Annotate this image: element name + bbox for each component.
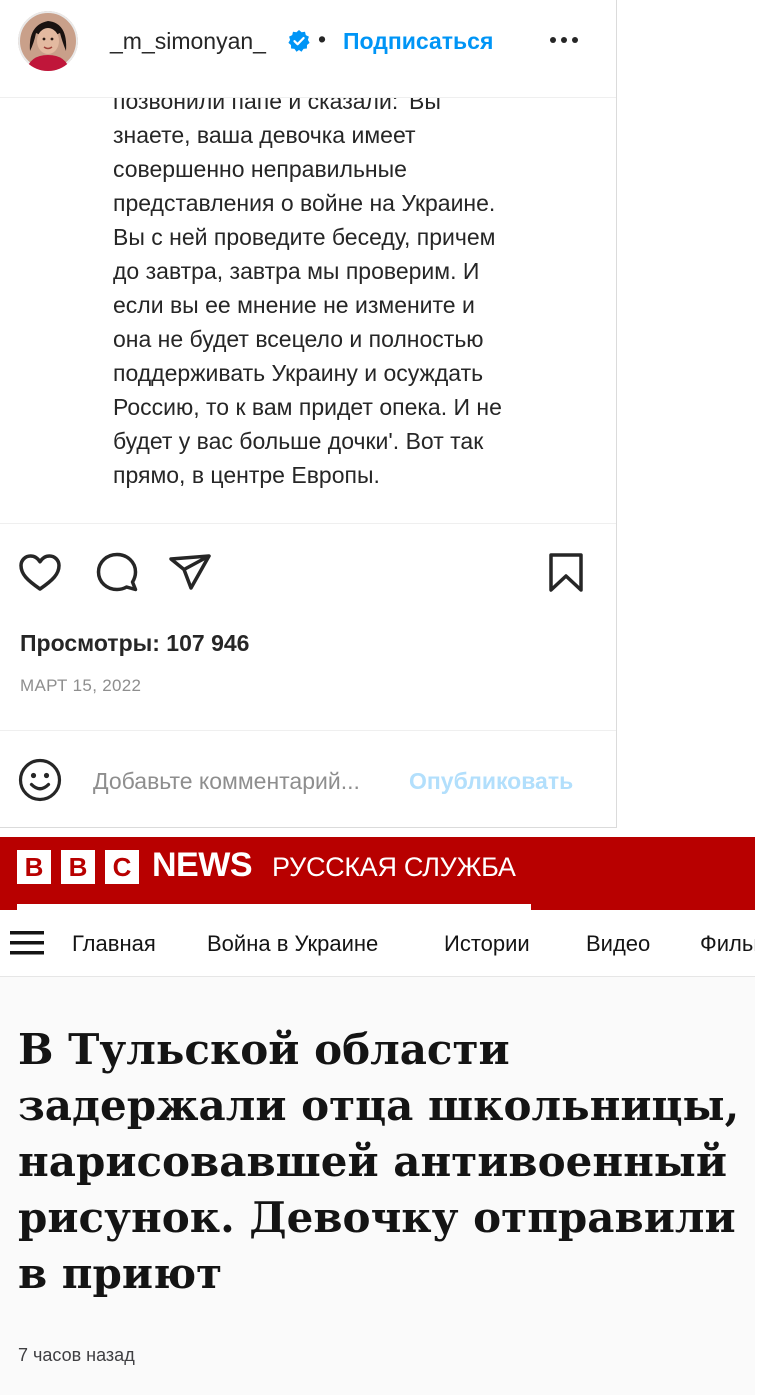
nav-item-stories[interactable]: Истории xyxy=(444,931,530,957)
instagram-post: позвонили папе и сказали: 'Вы знаете, ва… xyxy=(0,0,617,828)
post-date[interactable]: МАРТ 15, 2022 xyxy=(20,676,141,696)
caption-line: знаете, ваша девочка имеет xyxy=(113,122,416,148)
headline-line: в приют xyxy=(18,1249,223,1298)
username[interactable]: _m_simonyan_ xyxy=(110,28,266,55)
nav-item-films[interactable]: Фильмы xyxy=(700,931,755,957)
share-icon[interactable] xyxy=(167,550,213,596)
headline-line: В Тульской области xyxy=(18,1025,510,1074)
bbc-logo-letter[interactable]: C xyxy=(105,850,139,884)
subscribe-button[interactable]: Подписаться xyxy=(343,28,493,55)
comment-input[interactable]: Добавьте комментарий... xyxy=(93,768,360,795)
avatar[interactable] xyxy=(18,11,78,71)
caption-line: прямо, в центре Европы. xyxy=(113,462,380,488)
bbc-logo-letter[interactable]: B xyxy=(61,850,95,884)
caption-line: до завтра, завтра мы проверим. И xyxy=(113,258,480,284)
bbc-service-name[interactable]: РУССКАЯ СЛУЖБА xyxy=(272,852,516,883)
bbc-navigation: Главная Война в Украине Истории Видео Фи… xyxy=(0,910,755,977)
publish-button[interactable]: Опубликовать xyxy=(409,768,573,795)
bbc-news-wordmark[interactable]: NEWS xyxy=(152,846,253,885)
verified-icon xyxy=(287,29,311,53)
article-headline: В Тульской области задержали отца школьн… xyxy=(18,1022,748,1302)
divider xyxy=(0,523,616,524)
heart-icon[interactable] xyxy=(17,550,63,596)
nav-item-home[interactable]: Главная xyxy=(72,931,156,957)
caption-line: она не будет всецело и полностью xyxy=(113,326,484,352)
bookmark-icon[interactable] xyxy=(545,550,591,596)
caption-line: поддерживать Украину и осуждать xyxy=(113,360,484,386)
nav-item-video[interactable]: Видео xyxy=(586,931,650,957)
headline-line: задержали отца школьницы, xyxy=(18,1081,740,1130)
nav-item-war[interactable]: Война в Украине xyxy=(207,931,378,957)
caption-line: Вы с ней проведите беседу, причем xyxy=(113,224,496,250)
caption-line: если вы ее мнение не измените и xyxy=(113,292,475,318)
caption-line: представления о войне на Украине. xyxy=(113,190,496,216)
caption-line: Россию, то к вам придет опека. И не xyxy=(113,394,502,420)
separator-dot: • xyxy=(318,26,327,52)
bbc-logo-letter[interactable]: B xyxy=(17,850,51,884)
more-icon[interactable] xyxy=(548,30,580,50)
headline-line: рисунок. Девочку отправили xyxy=(18,1193,736,1242)
caption-line: совершенно неправильные xyxy=(113,156,407,182)
post-caption: позвонили папе и сказали: 'Вы знаете, ва… xyxy=(113,84,583,492)
emoji-icon[interactable] xyxy=(17,757,63,803)
divider xyxy=(0,730,616,731)
caption-line: будет у вас больше дочки'. Вот так xyxy=(113,428,484,454)
views-count: Просмотры: 107 946 xyxy=(20,630,250,656)
post-header: _m_simonyan_ • Подписаться xyxy=(0,0,616,98)
comment-icon[interactable] xyxy=(94,550,140,596)
article-timestamp: 7 часов назад xyxy=(18,1345,135,1365)
headline-line: нарисовавшей антивоенный xyxy=(18,1137,728,1186)
menu-icon[interactable] xyxy=(10,930,44,956)
